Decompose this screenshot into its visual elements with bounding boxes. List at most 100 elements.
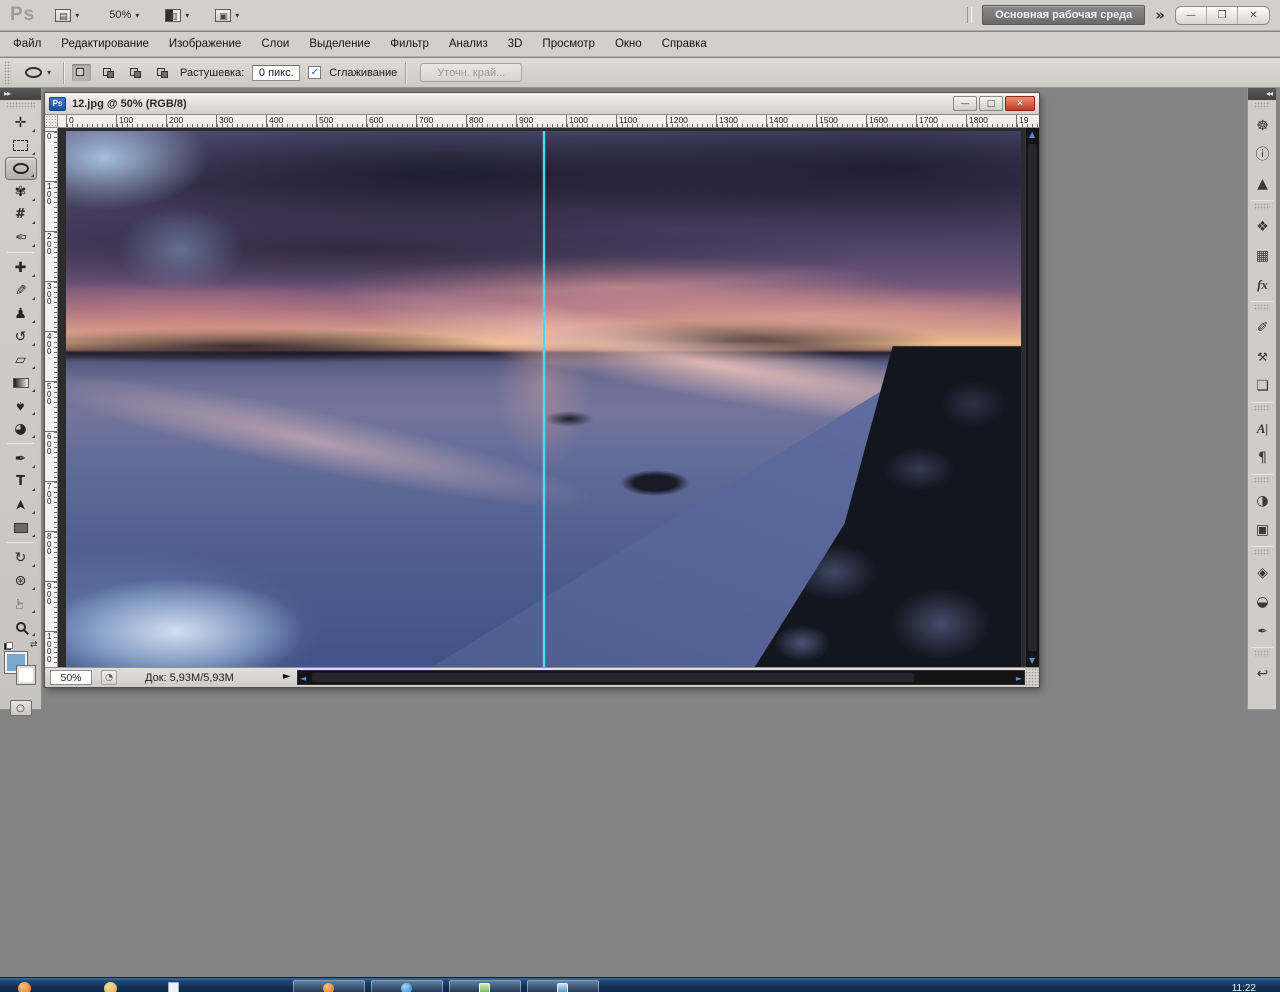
menu-item[interactable]: Фильтр	[380, 34, 439, 54]
taskbar-icon[interactable]	[168, 982, 179, 992]
quick-mask-button[interactable]: ○	[10, 700, 32, 716]
taskbar-button[interactable]	[293, 980, 365, 992]
path-select-tool[interactable]: ➤	[5, 493, 37, 516]
lasso-tool[interactable]	[5, 157, 37, 180]
swap-colors-icon[interactable]: ⇄	[30, 640, 38, 650]
menu-item[interactable]: Справка	[652, 34, 717, 54]
crop-tool[interactable]: #	[5, 203, 37, 226]
selection-mode-new-button[interactable]	[72, 64, 91, 81]
info-panel-icon[interactable]: ⓘ	[1248, 140, 1277, 169]
menu-item[interactable]: Анализ	[439, 34, 498, 54]
doc-close-button[interactable]: ✕	[1005, 96, 1035, 111]
refine-edge-button[interactable]: Уточн. край...	[420, 63, 522, 82]
dock-grip[interactable]	[1254, 477, 1270, 484]
vertical-scrollbar[interactable]: ▲ ▼	[1025, 128, 1039, 667]
dock-grip[interactable]	[1254, 304, 1270, 311]
selection-mode-subtract-button[interactable]	[126, 64, 145, 81]
tool-presets-panel-icon[interactable]: ⚒	[1248, 342, 1277, 371]
horizontal-scroll-thumb[interactable]	[312, 673, 914, 682]
scroll-up-icon[interactable]: ▲	[1029, 130, 1035, 139]
workspace-overflow-chevron[interactable]: »	[1155, 6, 1165, 24]
eyedropper-tool[interactable]: ✑	[5, 226, 37, 249]
styles-panel-icon[interactable]: fx	[1248, 270, 1277, 299]
tools-panel-header[interactable]: ▸▸	[0, 88, 41, 100]
menu-item[interactable]: Просмотр	[532, 34, 605, 54]
dock-header[interactable]: ◂◂	[1248, 88, 1276, 100]
taskbar-button[interactable]	[371, 980, 443, 992]
history-brush-tool[interactable]: ↺	[5, 325, 37, 348]
antialias-checkbox[interactable]: ✓	[308, 66, 321, 79]
screen-mode-button[interactable]: ▣ ▾	[209, 7, 245, 24]
selection-mode-add-button[interactable]	[99, 64, 118, 81]
minimize-button[interactable]: —	[1176, 7, 1207, 24]
gradient-tool[interactable]	[5, 371, 37, 394]
workspace-button[interactable]: Основная рабочая среда	[982, 5, 1145, 25]
canvas[interactable]	[58, 128, 1025, 667]
background-color-swatch[interactable]	[17, 666, 35, 684]
menu-item[interactable]: Выделение	[299, 34, 380, 54]
color-panel-icon[interactable]: ❖	[1248, 212, 1277, 241]
selection-mode-intersect-button[interactable]	[153, 64, 172, 81]
taskbar-icon[interactable]	[104, 982, 117, 992]
menu-item[interactable]: Слои	[251, 34, 299, 54]
adjustments-panel-icon[interactable]: ◑	[1248, 486, 1277, 515]
status-proxy-icon[interactable]: ◔	[101, 670, 117, 685]
taskbar-button[interactable]	[449, 980, 521, 992]
brush-tool[interactable]: ✎	[5, 279, 37, 302]
marquee-tool[interactable]	[5, 134, 37, 157]
swatches-panel-icon[interactable]: ▦	[1248, 241, 1277, 270]
paragraph-panel-icon[interactable]: ¶	[1248, 443, 1277, 472]
character-panel-icon[interactable]: A|	[1248, 414, 1277, 443]
layers-panel-icon[interactable]: ◈	[1248, 558, 1277, 587]
doc-minimize-button[interactable]: —	[953, 96, 977, 111]
shape-tool[interactable]	[5, 516, 37, 539]
rotate-3d-tool[interactable]: ↻	[5, 546, 37, 569]
type-tool[interactable]: T	[5, 470, 37, 493]
status-flyout-icon[interactable]: ►	[283, 671, 291, 682]
scroll-down-icon[interactable]: ▼	[1029, 656, 1035, 665]
current-tool-lasso[interactable]: ▾	[21, 65, 55, 80]
dock-grip[interactable]	[1254, 203, 1270, 210]
menu-item[interactable]: Изображение	[159, 34, 251, 54]
dock-grip[interactable]	[1254, 650, 1270, 657]
menu-item[interactable]: 3D	[498, 34, 533, 54]
histogram-panel-icon[interactable]: ▲	[1248, 169, 1277, 198]
blur-tool[interactable]: ♠	[5, 394, 37, 417]
tools-panel-grip[interactable]	[6, 102, 35, 109]
taskbar-icon[interactable]	[18, 982, 31, 992]
menu-item[interactable]: Файл	[3, 34, 51, 54]
vertical-scroll-thumb[interactable]	[1028, 144, 1037, 651]
brushes-panel-icon[interactable]: ✐	[1248, 313, 1277, 342]
vertical-ruler[interactable]: 01002003004005006007008009001000	[45, 128, 58, 667]
horizontal-ruler[interactable]: 0100200300400500600700800900100011001200…	[58, 115, 1039, 128]
move-tool[interactable]: ✛	[5, 111, 37, 134]
document-title-bar[interactable]: Ps 12.jpg @ 50% (RGB/8) — □ ✕	[45, 93, 1039, 115]
scroll-right-icon[interactable]: ►	[1016, 674, 1022, 683]
paths-panel-icon[interactable]: ✒	[1248, 616, 1277, 645]
dock-grip[interactable]	[1254, 405, 1270, 412]
menu-item[interactable]: Окно	[605, 34, 652, 54]
horizontal-scrollbar[interactable]: ◄ ►	[297, 670, 1025, 685]
resize-grip[interactable]	[1025, 668, 1039, 687]
guide-line[interactable]	[543, 131, 545, 667]
clone-source-panel-icon[interactable]: ❏	[1248, 371, 1277, 400]
quick-select-tool[interactable]: ✾	[5, 180, 37, 203]
canvas-image[interactable]	[66, 131, 1021, 667]
close-button[interactable]: ✕	[1238, 7, 1269, 24]
menu-item[interactable]: Редактирование	[51, 34, 159, 54]
navigator-panel-icon[interactable]: ☸	[1248, 111, 1277, 140]
taskbar-button[interactable]	[527, 980, 599, 992]
eraser-tool[interactable]: ▱	[5, 348, 37, 371]
pen-tool[interactable]: ✒	[5, 447, 37, 470]
healing-brush-tool[interactable]: ✚	[5, 256, 37, 279]
zoom-level-select[interactable]: 50% ▾	[99, 7, 145, 23]
clone-stamp-tool[interactable]: ♟	[5, 302, 37, 325]
ruler-origin-corner[interactable]	[45, 115, 58, 128]
dock-grip[interactable]	[1254, 102, 1270, 109]
zoom-tool[interactable]	[5, 615, 37, 638]
masks-panel-icon[interactable]: ▣	[1248, 515, 1277, 544]
default-colors-icon[interactable]	[4, 642, 13, 650]
view-extras-button[interactable]: ▥ ▾	[159, 7, 195, 24]
restore-button[interactable]: ❐	[1207, 7, 1238, 24]
scroll-left-icon[interactable]: ◄	[300, 674, 306, 683]
